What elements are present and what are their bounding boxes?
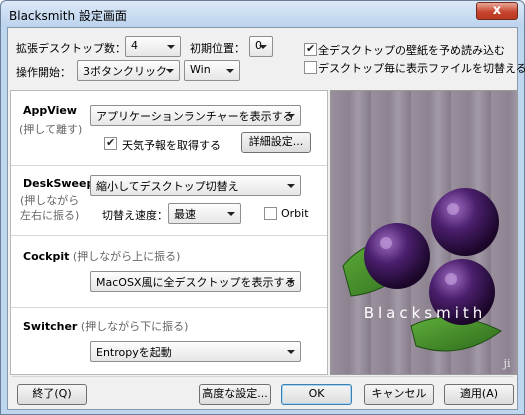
preload-wallpaper-label: 全デスクトップの壁紙を予め読み込む (318, 44, 505, 57)
desktops-select[interactable]: 4 (125, 36, 181, 57)
cockpit-hint: (押しながら上に振る) (72, 250, 181, 263)
orbit-label: Orbit (281, 207, 309, 220)
chevron-down-icon (287, 350, 295, 354)
desktops-label: 拡張デスクトップ数： (16, 42, 126, 55)
op-start-select[interactable]: 3ボタンクリック (77, 60, 180, 81)
switcher-title: Switcher (23, 320, 78, 333)
switcher-hint: (押しながら下に振る) (80, 320, 189, 333)
settings-window: Blacksmith 設定画面 x 拡張デスクトップ数： 4 初期位置： 0 操… (0, 0, 525, 415)
preload-wallpaper-checkbox[interactable] (304, 42, 317, 56)
cockpit-mode-value: MacOSX風に全デスクトップを表示する (96, 276, 296, 289)
appview-mode-select[interactable]: アプリケーションランチャーを表示する (90, 105, 301, 126)
speed-value: 最速 (174, 208, 196, 221)
divider (11, 165, 327, 166)
advanced-settings-button[interactable]: 高度な設定... (199, 384, 271, 405)
orbit-checkbox[interactable] (264, 207, 277, 220)
dialog-body: 拡張デスクトップ数： 4 初期位置： 0 操作開始： 3ボタンクリック Win … (7, 27, 525, 410)
desksweep-hint-line1: (押しながら (20, 194, 80, 207)
speed-select[interactable]: 最速 (168, 203, 241, 224)
initial-position-label: 初期位置： (190, 42, 245, 55)
weather-label: 天気予報を取得する (122, 139, 221, 152)
desktops-select-value: 4 (131, 39, 138, 52)
chevron-down-icon (166, 69, 174, 73)
chevron-down-icon (259, 45, 267, 49)
cockpit-header: Cockpit (押しながら上に振る) (23, 248, 180, 264)
divider (11, 307, 327, 308)
initial-position-select[interactable]: 0 (249, 36, 273, 57)
chevron-down-icon (226, 69, 234, 73)
chevron-down-icon (167, 45, 175, 49)
cockpit-title: Cockpit (23, 250, 70, 263)
divider (11, 235, 327, 236)
blackberry-logo-icon: Blacksmith ji (342, 188, 511, 370)
speed-label: 切替え速度： (102, 209, 168, 222)
switcher-header: Switcher (押しながら下に振る) (23, 318, 188, 334)
title-bar[interactable]: Blacksmith 設定画面 x (1, 1, 524, 27)
apply-button[interactable]: 適用(A) (444, 384, 514, 405)
exit-button[interactable]: 終了(Q) (17, 384, 87, 405)
detail-settings-button[interactable]: 詳細設定... (241, 132, 311, 153)
op-start-label: 操作開始： (16, 66, 71, 79)
cockpit-mode-select[interactable]: MacOSX風に全デスクトップを表示する (90, 271, 301, 292)
cancel-button[interactable]: キャンセル (364, 384, 434, 405)
switcher-mode-value: Entropyを起動 (96, 346, 172, 359)
divider (12, 376, 513, 377)
op-start-value: 3ボタンクリック (83, 65, 167, 78)
appview-hint: (押して離す) (19, 123, 83, 136)
desksweep-title: DeskSweep (23, 177, 95, 190)
desksweep-hint-line2: 左右に振る) (20, 209, 80, 222)
desksweep-mode-value: 縮小してデスクトップ切替え (96, 180, 239, 193)
modifier-key-value: Win (190, 63, 211, 76)
chevron-down-icon (287, 184, 295, 188)
gesture-settings-panel: AppView (押して離す) アプリケーションランチャーを表示する 天気予報を… (10, 90, 328, 375)
signature-mark: ji (502, 357, 511, 370)
logo-text: Blacksmith (364, 304, 487, 322)
weather-checkbox[interactable] (104, 136, 117, 150)
per-desktop-files-label: デスクトップ毎に表示ファイルを切替える (318, 62, 525, 75)
window-title: Blacksmith 設定画面 (9, 9, 127, 23)
desksweep-mode-select[interactable]: 縮小してデスクトップ切替え (90, 175, 301, 196)
appview-title: AppView (23, 104, 77, 117)
chevron-down-icon (227, 212, 235, 216)
blacksmith-artwork: Blacksmith ji (330, 90, 518, 375)
chevron-down-icon (287, 280, 295, 284)
chevron-down-icon (287, 114, 295, 118)
per-desktop-files-checkbox[interactable] (304, 61, 317, 74)
ok-button[interactable]: OK (281, 384, 352, 405)
modifier-key-select[interactable]: Win (184, 60, 240, 81)
switcher-mode-select[interactable]: Entropyを起動 (90, 341, 301, 362)
close-icon: x (492, 3, 502, 18)
appview-mode-value: アプリケーションランチャーを表示する (96, 110, 294, 123)
close-button[interactable]: x (476, 2, 518, 20)
